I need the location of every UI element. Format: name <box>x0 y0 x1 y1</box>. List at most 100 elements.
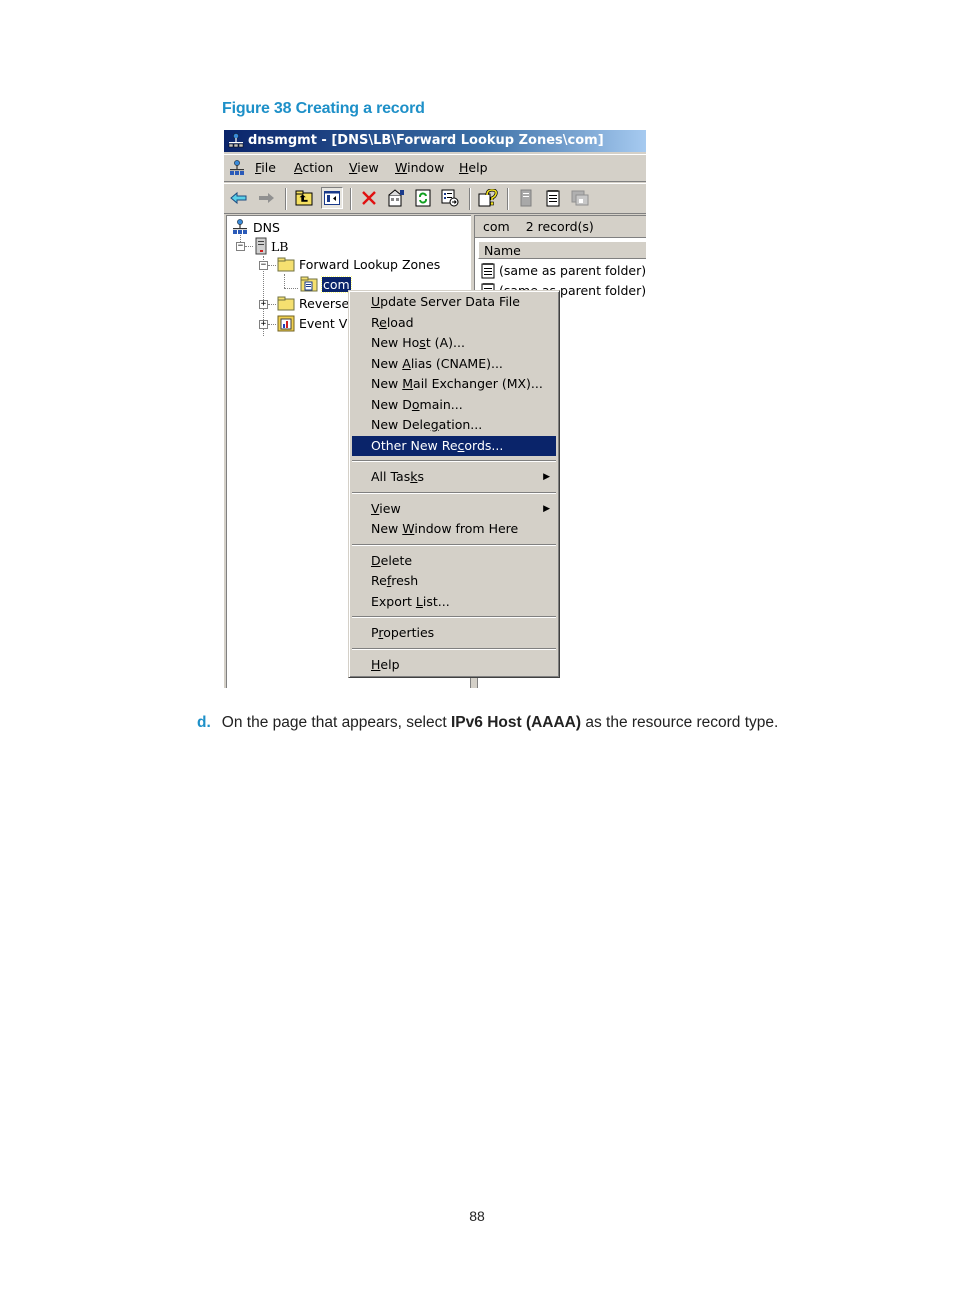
toolbar-separator <box>285 188 287 210</box>
menu-item-text: New <box>371 521 403 536</box>
export-list-button[interactable] <box>440 188 460 208</box>
context-menu-item-other-new-records[interactable]: Other New Records... <box>352 435 556 456</box>
tree-label-com: com <box>321 275 352 293</box>
menu-view[interactable]: View <box>349 160 379 175</box>
context-menu-item-all-tasks[interactable]: All Tasks ▶ <box>352 467 556 487</box>
menu-file[interactable]: File <box>255 160 276 175</box>
page-number: 88 <box>469 1208 485 1224</box>
tree-label-dns: DNS <box>253 219 280 235</box>
back-arrow-icon <box>230 191 247 205</box>
menu-item-mnemonic: o <box>411 396 420 412</box>
menu-item-mnemonic: D <box>371 552 381 568</box>
context-menu-item-new-window-from-here[interactable]: New Window from Here <box>352 519 556 539</box>
menu-item-text: elete <box>380 552 413 568</box>
tree-line <box>284 274 285 288</box>
mmc-system-icon[interactable] <box>229 159 245 177</box>
menu-bar: File Action View Window Help <box>224 154 646 182</box>
tree-node-dns[interactable]: DNS <box>231 218 280 236</box>
context-menu-item-refresh[interactable]: Refresh <box>352 571 556 591</box>
context-menu-item-view[interactable]: View ▶ <box>352 499 556 519</box>
menu-item-text: resh <box>391 573 419 588</box>
step-text: On the page that appears, select <box>221 714 451 731</box>
menu-item-text: s <box>417 469 424 484</box>
step-text-end: as the resource record type. <box>581 714 779 731</box>
menu-item-text: New Dele <box>371 417 431 432</box>
toolbar-separator <box>350 188 352 210</box>
new-window-button[interactable] <box>570 188 590 208</box>
instruction-step: d. On the page that appears, select IPv6 … <box>197 714 778 732</box>
menu-item-mnemonic: g <box>430 417 439 432</box>
zone-folder-icon <box>300 276 318 292</box>
menu-help[interactable]: Help <box>459 160 488 175</box>
menu-item-mnemonic: W <box>402 521 415 536</box>
collapse-toggle-forward-zones[interactable]: − <box>259 261 268 270</box>
menu-item-text: load <box>386 314 414 330</box>
tree-node-forward-lookup-zones[interactable]: Forward Lookup Zones <box>277 257 440 272</box>
show-hide-console-tree-icon <box>324 191 340 205</box>
delete-button[interactable] <box>359 188 379 208</box>
new-record-button[interactable] <box>543 188 563 208</box>
toolbar-separator <box>507 188 509 210</box>
toolbar-separator <box>469 188 471 210</box>
step-marker: d. <box>197 714 211 731</box>
toolbar <box>224 183 646 214</box>
context-menu-item-new-mail-exchanger-mx[interactable]: New Mail Exchanger (MX)... <box>352 374 556 394</box>
list-item[interactable]: (same as parent folder) <box>481 262 646 279</box>
tree-node-event-viewer[interactable]: Event Vi <box>277 315 351 332</box>
tree-node-reverse-lookup-zones[interactable]: Reverse <box>277 296 349 311</box>
menu-window-mnemonic: W <box>395 160 408 175</box>
zone-name-label: com <box>483 219 510 234</box>
up-one-level-button[interactable] <box>294 188 314 208</box>
menu-separator <box>352 491 556 494</box>
collapse-toggle-lb[interactable]: − <box>236 242 245 251</box>
notepad-icon <box>546 190 560 207</box>
context-menu-item-new-alias-cname[interactable]: New Alias (CNAME)... <box>352 354 556 374</box>
properties-button[interactable] <box>386 188 406 208</box>
results-header: com 2 record(s) <box>475 216 646 238</box>
menu-item-text: ail Exchanger (MX)... <box>413 376 543 391</box>
dns-root-icon <box>233 219 247 234</box>
context-menu-item-new-host-a[interactable]: New Host (A)... <box>352 333 556 353</box>
help-button[interactable] <box>478 188 498 208</box>
back-button[interactable] <box>229 188 249 208</box>
context-menu-item-new-domain[interactable]: New Domain... <box>352 395 556 415</box>
menu-item-text: t (A)... <box>425 335 465 350</box>
tree-line <box>268 304 276 305</box>
column-header-name[interactable]: Name <box>478 241 646 259</box>
menu-item-mnemonic: M <box>402 376 414 391</box>
context-menu-item-delete[interactable]: Delete <box>352 551 556 571</box>
menu-item-mnemonic: L <box>415 593 423 609</box>
tree-line <box>268 324 276 325</box>
menu-item-text: main... <box>419 396 463 412</box>
menu-item-text: elp <box>380 656 400 672</box>
context-menu-item-properties[interactable]: Properties <box>352 623 556 643</box>
tree-label-forward-lookup-zones: Forward Lookup Zones <box>299 257 441 272</box>
tree-node-lb[interactable]: LB <box>255 237 289 255</box>
context-menu-item-reload[interactable]: Reload <box>352 313 556 333</box>
context-menu-item-export-list[interactable]: Export List... <box>352 592 556 612</box>
tree-label-lb: LB <box>271 238 289 254</box>
menu-item-text: Other New Re <box>371 437 458 453</box>
menu-action[interactable]: Action <box>294 160 333 175</box>
properties-icon <box>388 189 404 207</box>
show-hide-tree-button[interactable] <box>321 187 343 209</box>
refresh-button[interactable] <box>413 188 433 208</box>
pane-splitter[interactable] <box>470 678 478 688</box>
tree-node-com[interactable]: com <box>300 275 352 293</box>
menu-separator <box>352 460 556 462</box>
context-menu-item-new-delegation[interactable]: New Delegation... <box>352 415 556 435</box>
menu-item-mnemonic: U <box>371 294 381 309</box>
submenu-arrow-icon: ▶ <box>543 472 550 482</box>
menu-item-text: All Tas <box>371 469 411 484</box>
expand-toggle-reverse-zones[interactable]: + <box>259 300 268 309</box>
context-menu-item-update-server-data-file[interactable]: Update Server Data File <box>352 292 556 312</box>
menu-window[interactable]: Window <box>395 160 444 175</box>
menu-item-text: New Ho <box>371 335 420 350</box>
tree-line <box>245 246 253 247</box>
menu-item-mnemonic: e <box>379 314 387 330</box>
server-button[interactable] <box>516 188 536 208</box>
record-count-label: 2 record(s) <box>525 219 594 234</box>
context-menu-item-help[interactable]: Help <box>352 655 556 675</box>
forward-button[interactable] <box>256 188 276 208</box>
expand-toggle-event-viewer[interactable]: + <box>259 320 268 329</box>
